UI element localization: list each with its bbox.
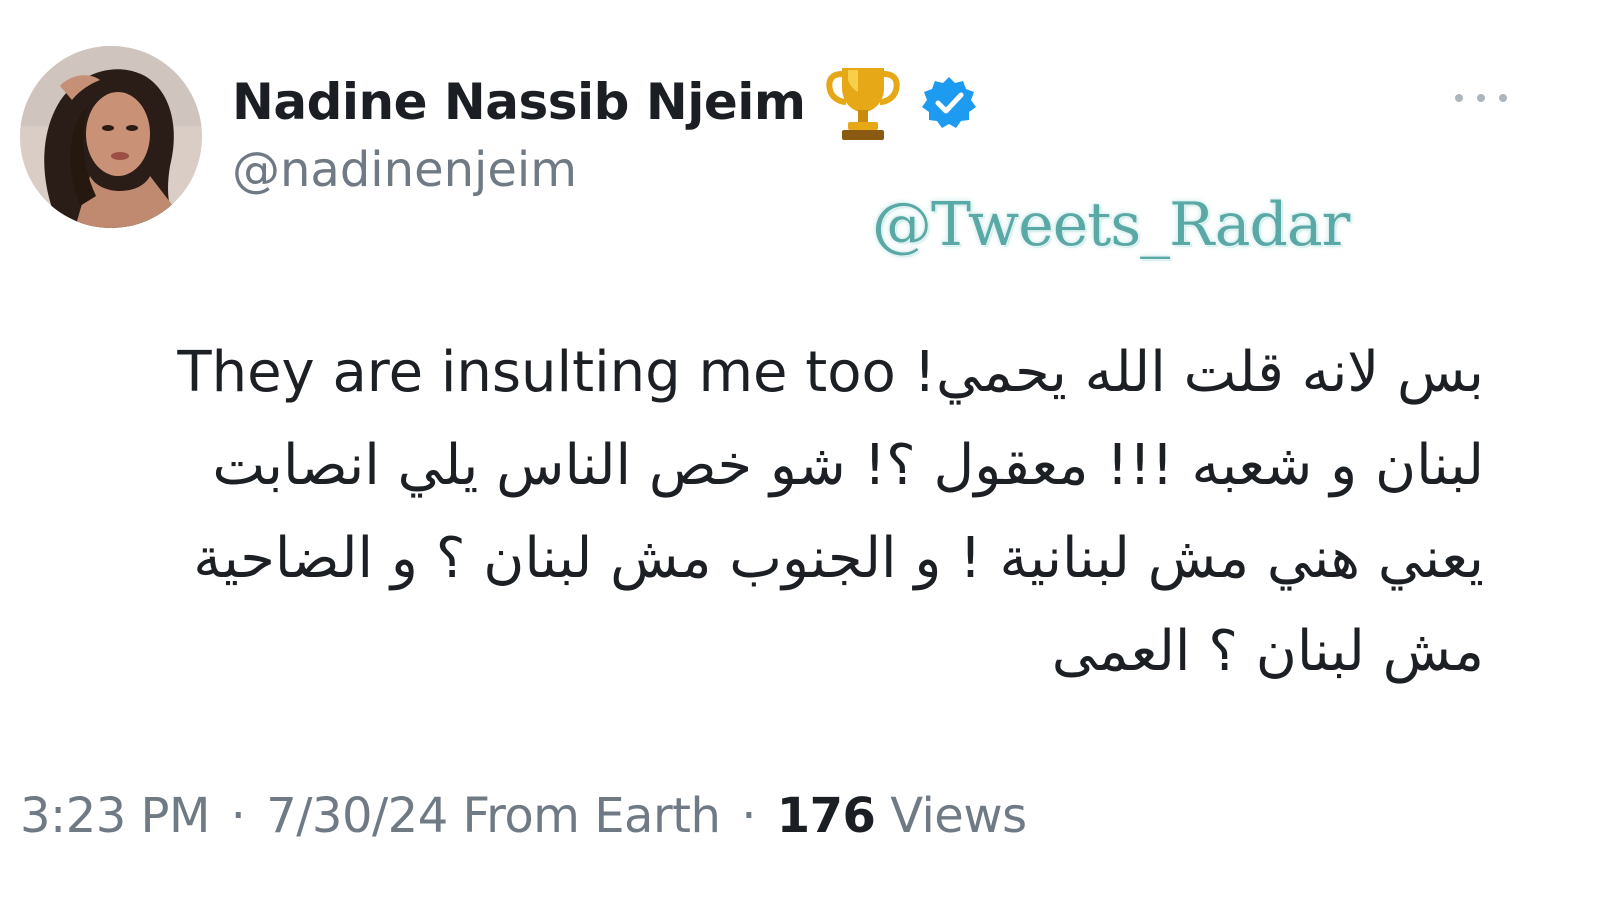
- more-options-button[interactable]: [1448, 80, 1514, 116]
- meta-separator: ·: [741, 788, 756, 844]
- meta-separator: ·: [230, 788, 246, 844]
- tweet-source: From Earth: [462, 788, 721, 844]
- tweet-time[interactable]: 3:23 PM: [20, 788, 210, 844]
- watermark: @Tweets_Radar: [872, 190, 1350, 260]
- tweet-text-line: مش لبنان ؟ العمى: [1051, 619, 1484, 684]
- tweet-text-line: لبنان و شعبه !!! معقول ؟! شو خص الناس يل…: [212, 433, 1484, 498]
- tweet-meta: 3:23 PM · 7/30/24 From Earth · 176 Views: [20, 788, 1027, 844]
- display-name[interactable]: Nadine Nassib Njeim: [232, 73, 806, 131]
- more-dots-icon: [1455, 94, 1507, 102]
- trophy-icon: [825, 62, 900, 142]
- tweet-text-line: يعني هني مش لبنانية ! و الجنوب مش لبنان …: [193, 526, 1484, 591]
- tweet-card: Nadine Nassib Njeim @nadinenjeim @Tweets…: [0, 0, 1600, 900]
- views-count: 176: [776, 788, 876, 844]
- verified-icon: [921, 75, 976, 129]
- avatar[interactable]: [20, 46, 202, 228]
- tweet-date[interactable]: 7/30/24: [266, 788, 448, 844]
- avatar-image: [20, 46, 202, 228]
- user-handle[interactable]: @nadinenjeim: [232, 142, 577, 198]
- tweet-text-line: بس لانه قلت الله يحمي! They are insultin…: [177, 340, 1484, 405]
- tweet-text: بس لانه قلت الله يحمي! They are insultin…: [60, 326, 1484, 698]
- views-label: Views: [890, 788, 1027, 844]
- name-row: Nadine Nassib Njeim: [232, 62, 976, 142]
